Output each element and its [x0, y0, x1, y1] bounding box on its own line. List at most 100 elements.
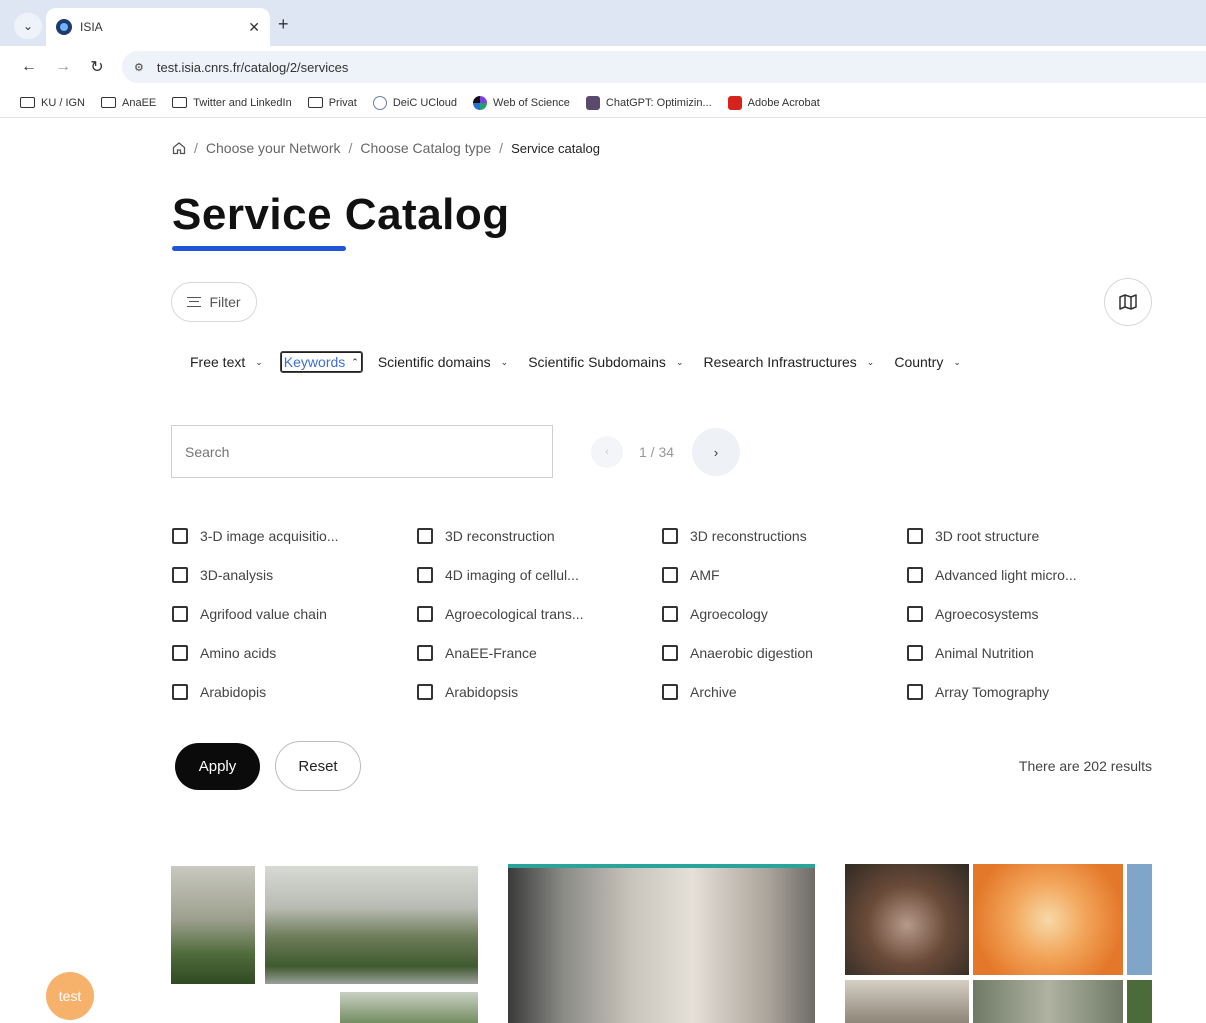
keyword-checkbox-item[interactable]: Arabidopis	[172, 679, 417, 705]
address-bar[interactable]: ⚙ test.isia.cnrs.fr/catalog/2/services	[122, 51, 1206, 83]
pager-page-indicator: 1 / 34	[639, 444, 675, 460]
checkbox[interactable]	[417, 567, 433, 583]
apply-button[interactable]: Apply	[175, 743, 260, 790]
checkbox[interactable]	[907, 567, 923, 583]
bookmark-adobe-acrobat[interactable]: Adobe Acrobat	[727, 95, 820, 110]
checkbox[interactable]	[172, 528, 188, 544]
keyword-checkbox-item[interactable]: Archive	[662, 679, 907, 705]
tab-scientific-subdomains[interactable]: Scientific Subdomains ⌄	[528, 354, 683, 370]
breadcrumb-current: Service catalog	[511, 140, 600, 156]
checkbox[interactable]	[907, 684, 923, 700]
checkbox[interactable]	[417, 606, 433, 622]
plants-photo	[340, 992, 478, 1023]
close-tab-icon[interactable]: ✕	[248, 19, 260, 36]
keyword-checkbox-item[interactable]: Agrifood value chain	[172, 601, 417, 627]
lab-researcher-photo	[508, 868, 815, 1023]
chevron-up-icon: ⌃	[351, 356, 359, 367]
chat-bubble-button[interactable]: test	[46, 972, 94, 1020]
checkbox[interactable]	[662, 606, 678, 622]
checkbox[interactable]	[662, 684, 678, 700]
breadcrumb-separator: /	[194, 140, 198, 156]
checkbox[interactable]	[662, 645, 678, 661]
bookmark-anaee[interactable]: AnaEE	[101, 97, 156, 109]
breadcrumb-choose-catalog-type[interactable]: Choose Catalog type	[360, 140, 491, 156]
keyword-checkbox-item[interactable]: Agroecology	[662, 601, 907, 627]
checkbox[interactable]	[907, 606, 923, 622]
checkbox[interactable]	[417, 645, 433, 661]
keyword-checkbox-item[interactable]: Arabidopsis	[417, 679, 662, 705]
tab-search-chevron-icon[interactable]: ⌄	[14, 13, 42, 39]
filter-button[interactable]: Filter	[171, 282, 257, 322]
reload-icon[interactable]: ↻	[80, 57, 114, 77]
results-count: There are 202 results	[1018, 758, 1152, 774]
blue-photo	[1127, 864, 1152, 975]
keyword-checkbox-item[interactable]: AMF	[662, 562, 907, 588]
checkbox[interactable]	[172, 684, 188, 700]
checkbox[interactable]	[172, 606, 188, 622]
keyword-checkbox-item[interactable]: Anaerobic digestion	[662, 640, 907, 666]
checkbox[interactable]	[417, 528, 433, 544]
bookmark-privat[interactable]: Privat	[307, 97, 357, 109]
chevron-down-icon: ⌄	[500, 356, 509, 367]
keyword-checkbox-item[interactable]: AnaEE-France	[417, 640, 662, 666]
keyword-checkbox-item[interactable]: Amino acids	[172, 640, 417, 666]
back-arrow-icon[interactable]: ←	[12, 58, 46, 76]
keyword-checkbox-item[interactable]: 3-D image acquisitio...	[172, 523, 417, 549]
service-card-image[interactable]	[845, 864, 1152, 1023]
tab-free-text[interactable]: Free text ⌄	[190, 354, 263, 370]
checkbox[interactable]	[662, 567, 678, 583]
site-settings-icon[interactable]: ⚙	[134, 61, 144, 74]
checkbox[interactable]	[662, 528, 678, 544]
home-icon[interactable]	[172, 141, 186, 155]
adobe-acrobat-icon	[727, 95, 742, 110]
keyword-checkbox-item[interactable]: 3D root structure	[907, 523, 1152, 549]
keyword-checkbox-item[interactable]: 3D-analysis	[172, 562, 417, 588]
chevron-down-icon: ⌄	[953, 356, 961, 367]
tab-research-infrastructures[interactable]: Research Infrastructures ⌄	[703, 354, 874, 370]
keyword-checkbox-item[interactable]: Agroecosystems	[907, 601, 1152, 627]
map-icon	[1119, 294, 1137, 310]
reset-button[interactable]: Reset	[275, 741, 361, 791]
new-tab-plus-icon[interactable]: +	[278, 14, 289, 35]
chatgpt-icon	[585, 95, 600, 110]
pager-next-chevron-icon[interactable]: ›	[692, 428, 740, 476]
checkbox[interactable]	[172, 567, 188, 583]
folder-icon	[101, 97, 117, 108]
tab-scientific-domains[interactable]: Scientific domains ⌄	[378, 354, 508, 370]
keyword-checkbox-item[interactable]: Animal Nutrition	[907, 640, 1152, 666]
keyword-checkbox-item[interactable]: Array Tomography	[907, 679, 1152, 705]
service-card-image[interactable]	[508, 864, 815, 1023]
title-underline	[172, 246, 346, 251]
forward-arrow-icon[interactable]: →	[46, 58, 80, 76]
checkbox[interactable]	[172, 645, 188, 661]
keyword-checkbox-item[interactable]: 3D reconstructions	[662, 523, 907, 549]
keyword-checkbox-item[interactable]: Agroecological trans...	[417, 601, 662, 627]
browser-tab[interactable]: ISIA ✕	[46, 8, 270, 46]
tab-keywords[interactable]: Keywords ⌃	[279, 351, 363, 373]
keyword-checkbox-item[interactable]: 4D imaging of cellul...	[417, 562, 662, 588]
bookmark-web-of-science[interactable]: Web of Science	[473, 95, 570, 110]
pager-prev-chevron-icon[interactable]: ‹	[591, 436, 623, 468]
keyword-checkbox-item[interactable]: Advanced light micro...	[907, 562, 1152, 588]
fungus-photo	[845, 864, 969, 975]
mushroom-photo	[845, 980, 969, 1023]
bookmark-ku-ign[interactable]: KU / IGN	[20, 97, 85, 109]
checkbox[interactable]	[907, 528, 923, 544]
checkbox[interactable]	[907, 645, 923, 661]
breadcrumb: / Choose your Network / Choose Catalog t…	[172, 140, 600, 156]
keyword-checkbox-grid: 3-D image acquisitio... 3D reconstructio…	[172, 523, 1162, 718]
keyword-search-input[interactable]	[171, 425, 553, 478]
bookmark-chatgpt[interactable]: ChatGPT: Optimizin...	[585, 95, 712, 110]
keyword-checkbox-item[interactable]: 3D reconstruction	[417, 523, 662, 549]
map-view-button[interactable]	[1104, 278, 1152, 326]
greenhouse-photo	[171, 866, 255, 984]
petri-dish-photo	[973, 864, 1123, 975]
bookmark-deic-ucloud[interactable]: DeiC UCloud	[372, 95, 457, 110]
breadcrumb-separator: /	[348, 140, 353, 156]
checkbox[interactable]	[417, 684, 433, 700]
web-of-science-icon	[473, 95, 488, 110]
service-card-image[interactable]	[171, 864, 478, 1023]
bookmark-twitter-linkedin[interactable]: Twitter and LinkedIn	[172, 97, 292, 109]
breadcrumb-choose-network[interactable]: Choose your Network	[206, 140, 341, 156]
tab-country[interactable]: Country ⌄	[894, 354, 961, 370]
